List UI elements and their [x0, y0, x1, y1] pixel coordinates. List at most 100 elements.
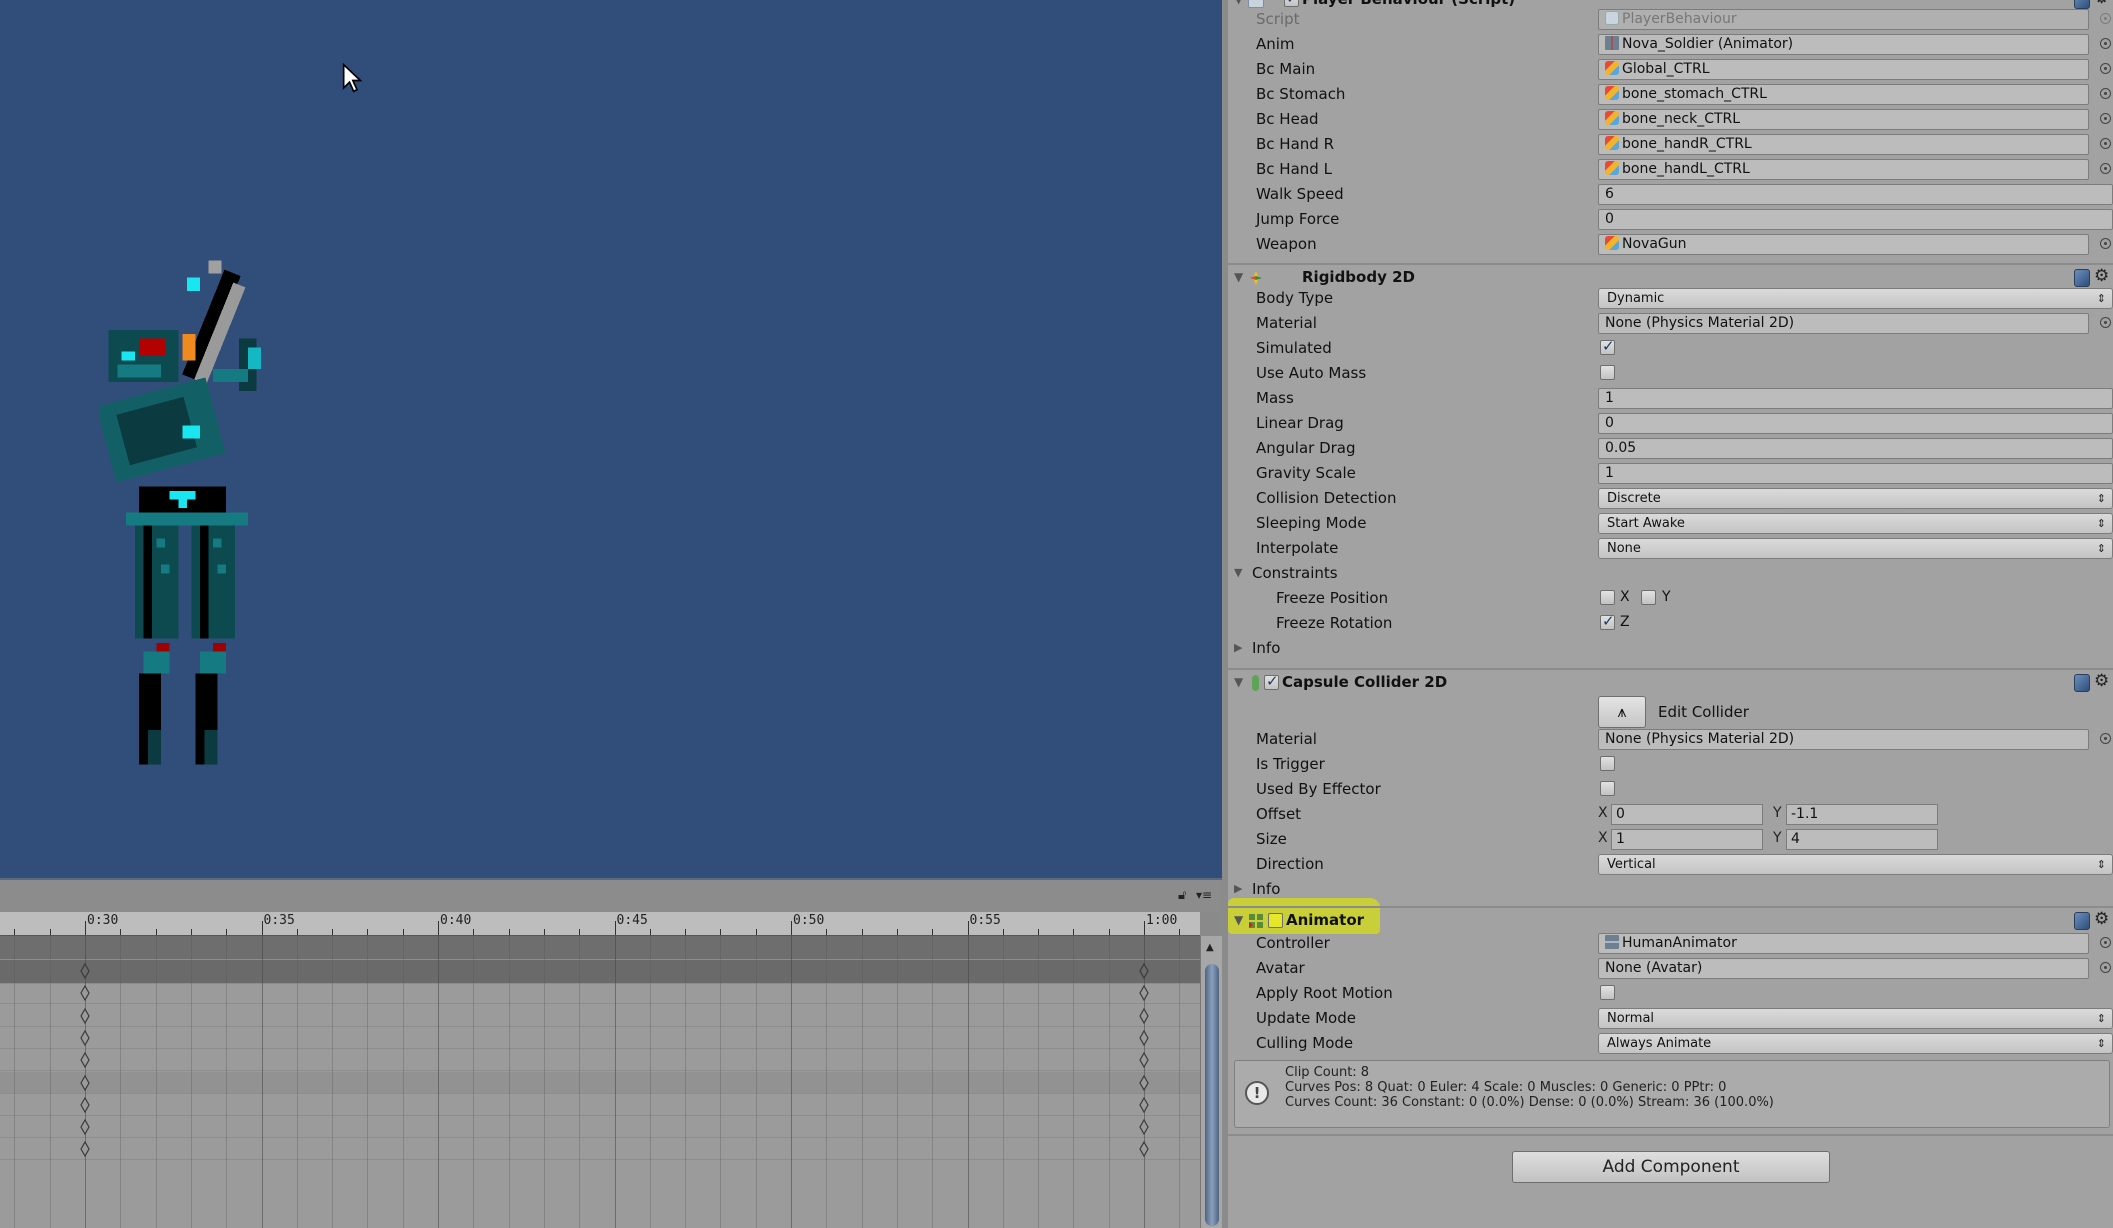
- keyframe-diamond[interactable]: [1139, 985, 1149, 1002]
- time-ruler[interactable]: 0:30 0:35 0:40 0:45 0:50 0:55 1:00: [0, 912, 1200, 936]
- object-picker-icon[interactable]: [2100, 163, 2111, 174]
- direction-dropdown[interactable]: Vertical ⇕: [1598, 854, 2113, 875]
- freeze-position-y-checkbox[interactable]: [1641, 590, 1656, 605]
- mass-input[interactable]: 1: [1598, 388, 2113, 409]
- keyframe-diamond[interactable]: [1139, 1119, 1149, 1136]
- object-field[interactable]: bone_handL_CTRL: [1598, 159, 2089, 180]
- summary-row[interactable]: [0, 960, 1200, 984]
- animation-timeline[interactable]: 🔓︎ ▾≡ 0:30 0:35 0:40 0:45 0:50 0:55 1:00 ▲: [0, 878, 1222, 1228]
- object-picker-icon[interactable]: [2100, 962, 2111, 973]
- object-picker-icon[interactable]: [2100, 113, 2111, 124]
- size-y-input[interactable]: 4: [1786, 829, 1938, 850]
- keyframe-diamond[interactable]: [80, 1007, 90, 1024]
- body-type-dropdown[interactable]: Dynamic ⇕: [1598, 288, 2113, 309]
- property-track-row[interactable]: [0, 1138, 1200, 1161]
- panel-menu-icon[interactable]: ▾≡: [1196, 888, 1212, 902]
- keyframe-diamond[interactable]: [80, 1029, 90, 1046]
- enable-checkbox[interactable]: [1268, 913, 1283, 928]
- scroll-up-arrow-icon[interactable]: ▲: [1206, 942, 1214, 953]
- foldout-open-arrow-icon[interactable]: ▼: [1234, 566, 1242, 579]
- timeline-scrollbar[interactable]: ▲: [1200, 936, 1222, 1228]
- object-field[interactable]: bone_neck_CTRL: [1598, 109, 2089, 130]
- object-picker-icon[interactable]: [2100, 88, 2111, 99]
- foldout-closed-arrow-icon[interactable]: ▶: [1234, 882, 1242, 895]
- freeze-rotation-z-checkbox[interactable]: [1600, 612, 1615, 630]
- collision-detection-dropdown[interactable]: Discrete ⇕: [1598, 488, 2113, 509]
- offset-y-input[interactable]: -1.1: [1786, 804, 1938, 825]
- object-picker-icon[interactable]: [2100, 733, 2111, 744]
- keyframe-diamond[interactable]: [80, 1119, 90, 1136]
- object-picker-icon[interactable]: [2100, 138, 2111, 149]
- enable-checkbox[interactable]: [1284, 0, 1299, 7]
- gravity-scale-input[interactable]: 1: [1598, 463, 2113, 484]
- property-track-row[interactable]: [0, 982, 1200, 1005]
- controller-field[interactable]: HumanAnimator: [1598, 933, 2089, 954]
- object-field[interactable]: Global_CTRL: [1598, 59, 2089, 80]
- linear-drag-input[interactable]: 0: [1598, 413, 2113, 434]
- keyframe-diamond[interactable]: [80, 1141, 90, 1158]
- scene-view[interactable]: [0, 0, 1222, 878]
- object-picker-icon[interactable]: [2100, 38, 2111, 49]
- object-picker-icon[interactable]: [2100, 937, 2111, 948]
- object-picker-icon[interactable]: [2100, 238, 2111, 249]
- number-input[interactable]: 0: [1598, 209, 2113, 230]
- animator-header[interactable]: ▼ Animator ⚙: [1228, 906, 2113, 932]
- keyframe-diamond[interactable]: [80, 985, 90, 1002]
- object-field[interactable]: Nova_Soldier (Animator): [1598, 34, 2089, 55]
- edit-collider-button[interactable]: ⩚: [1598, 696, 1646, 728]
- dopesheet-rows[interactable]: [0, 936, 1200, 1228]
- culling-mode-dropdown[interactable]: Always Animate ⇕: [1598, 1033, 2113, 1054]
- angular-drag-input[interactable]: 0.05: [1598, 438, 2113, 459]
- foldout-arrow-icon[interactable]: ▼: [1234, 913, 1243, 927]
- character-sprite[interactable]: [100, 250, 300, 775]
- rb-material-field[interactable]: None (Physics Material 2D): [1598, 313, 2089, 334]
- gear-icon[interactable]: ⚙: [2094, 266, 2109, 286]
- sleeping-mode-dropdown[interactable]: Start Awake ⇕: [1598, 513, 2113, 534]
- help-book-icon[interactable]: [2074, 674, 2090, 692]
- size-x-input[interactable]: 1: [1611, 829, 1763, 850]
- apply-root-motion-checkbox[interactable]: [1600, 985, 1615, 1000]
- property-track-row[interactable]: [0, 1094, 1200, 1116]
- foldout-arrow-icon[interactable]: ▼: [1234, 0, 1243, 6]
- avatar-field[interactable]: None (Avatar): [1598, 958, 2089, 979]
- interpolate-dropdown[interactable]: None ⇕: [1598, 538, 2113, 559]
- constraints-foldout[interactable]: ▼ Constraints: [1228, 561, 2113, 586]
- rb-info-foldout[interactable]: ▶ Info: [1228, 636, 2113, 661]
- use-auto-mass-checkbox[interactable]: [1600, 365, 1615, 380]
- add-component-button[interactable]: Add Component: [1512, 1151, 1830, 1183]
- freeze-position-x-checkbox[interactable]: [1600, 590, 1615, 605]
- foldout-arrow-icon[interactable]: ▼: [1234, 270, 1243, 284]
- property-track-row[interactable]: [0, 1049, 1200, 1072]
- property-track-row[interactable]: [0, 1071, 1200, 1094]
- cc-material-field[interactable]: None (Physics Material 2D): [1598, 729, 2089, 750]
- number-input[interactable]: 6: [1598, 184, 2113, 205]
- help-book-icon[interactable]: [2074, 269, 2090, 287]
- keyframe-diamond[interactable]: [1139, 1141, 1149, 1158]
- keyframe-diamond[interactable]: [1139, 963, 1149, 979]
- capsule-collider2d-header[interactable]: ▼ Capsule Collider 2D ⚙: [1228, 668, 2113, 694]
- lock-icon[interactable]: 🔓︎: [1178, 888, 1186, 903]
- keyframe-diamond[interactable]: [80, 1074, 90, 1091]
- gear-icon[interactable]: ⚙: [2094, 909, 2109, 929]
- property-track-row[interactable]: [0, 1005, 1200, 1027]
- gear-icon[interactable]: ⚙: [2094, 671, 2109, 691]
- enable-checkbox[interactable]: [1264, 672, 1279, 690]
- object-field[interactable]: bone_handR_CTRL: [1598, 134, 2089, 155]
- object-field[interactable]: NovaGun: [1598, 234, 2089, 255]
- property-track-row[interactable]: [0, 1116, 1200, 1139]
- keyframe-diamond[interactable]: [80, 963, 90, 979]
- simulated-checkbox[interactable]: [1600, 337, 1615, 355]
- keyframe-diamond[interactable]: [80, 1052, 90, 1069]
- object-picker-icon[interactable]: [2100, 13, 2111, 24]
- foldout-arrow-icon[interactable]: ▼: [1234, 675, 1243, 689]
- object-picker-icon[interactable]: [2100, 317, 2111, 328]
- update-mode-dropdown[interactable]: Normal ⇕: [1598, 1008, 2113, 1029]
- property-track-row[interactable]: [0, 1027, 1200, 1049]
- keyframe-diamond[interactable]: [1139, 1074, 1149, 1091]
- foldout-closed-arrow-icon[interactable]: ▶: [1234, 641, 1242, 654]
- used-by-effector-checkbox[interactable]: [1600, 781, 1615, 796]
- keyframe-diamond[interactable]: [1139, 1052, 1149, 1069]
- help-book-icon[interactable]: [2074, 912, 2090, 930]
- keyframe-diamond[interactable]: [1139, 1096, 1149, 1113]
- object-picker-icon[interactable]: [2100, 63, 2111, 74]
